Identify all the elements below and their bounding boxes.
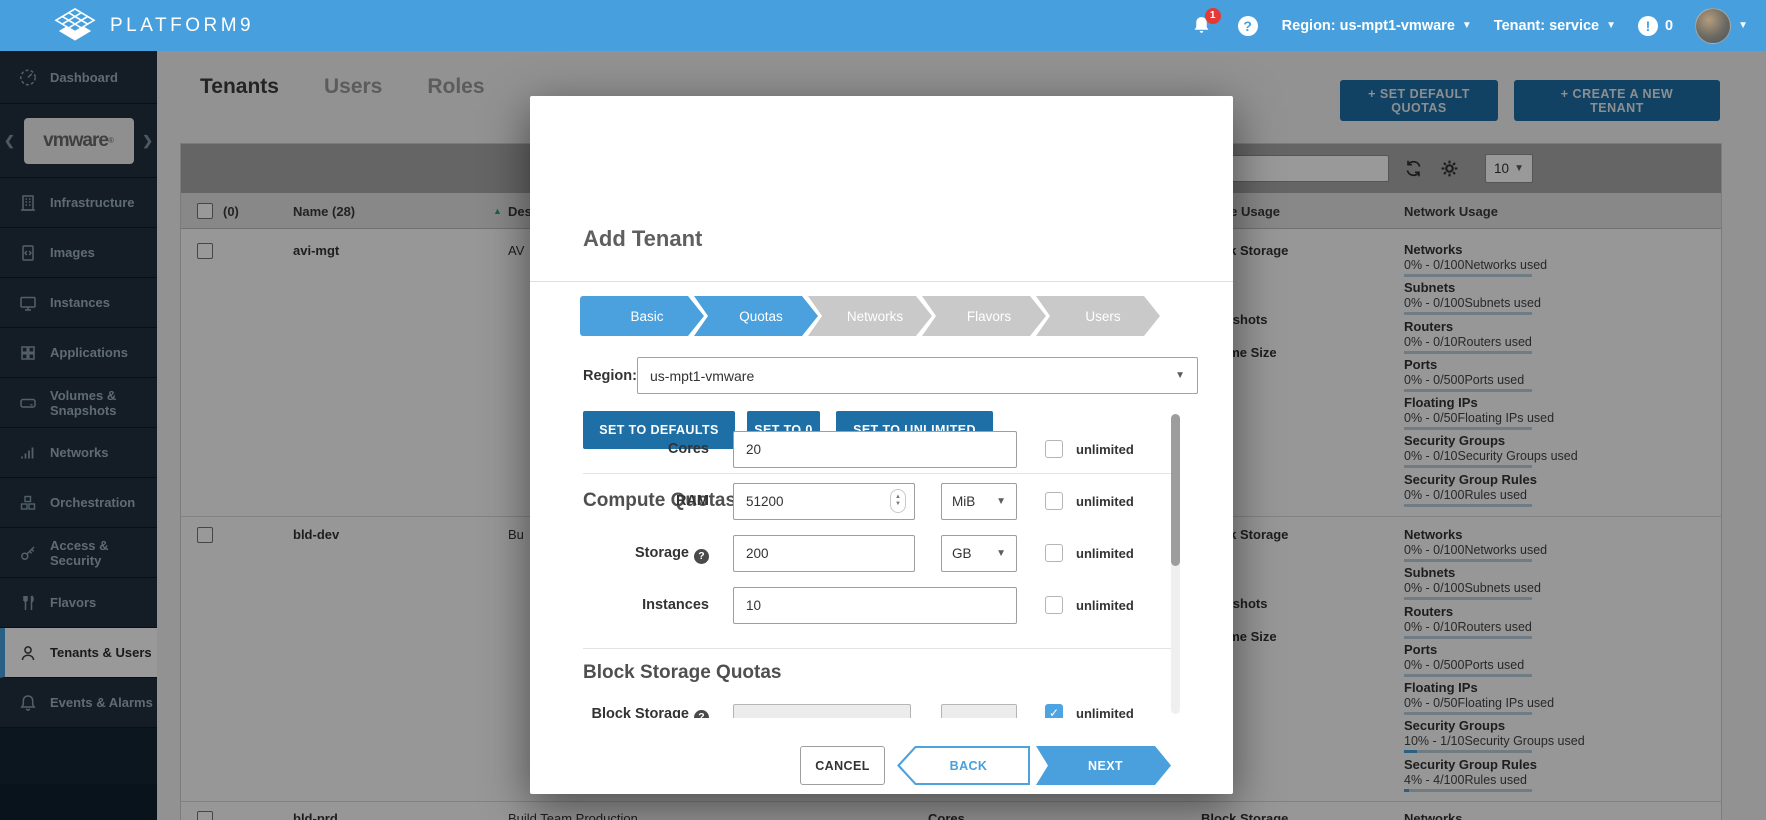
notifications-bell-icon[interactable]: 1: [1190, 14, 1214, 38]
divider: [530, 281, 1233, 282]
alert-exclamation-icon: !: [1638, 16, 1658, 36]
help-icon[interactable]: ?: [1236, 14, 1260, 38]
help-icon[interactable]: ?: [694, 710, 709, 719]
ram-label: RAM: [530, 493, 709, 509]
unlimited-label: unlimited: [1076, 598, 1134, 613]
region-select[interactable]: us-mpt1-vmware ▼: [637, 357, 1198, 394]
avatar[interactable]: [1695, 8, 1731, 44]
unlimited-label: unlimited: [1076, 442, 1134, 457]
step-flavors[interactable]: Flavors: [922, 296, 1046, 336]
block-storage-label: Block Storage?: [530, 706, 709, 718]
step-basic[interactable]: Basic: [580, 296, 704, 336]
notification-badge: 1: [1205, 8, 1221, 24]
ram-input[interactable]: [733, 483, 915, 520]
region-select-value: us-mpt1-vmware: [650, 368, 754, 384]
block-storage-input[interactable]: [733, 704, 911, 718]
platform9-logo-icon: [52, 7, 98, 45]
chevron-down-icon: ▼: [1462, 20, 1472, 31]
block-storage-unit-select[interactable]: ▼: [941, 704, 1017, 718]
user-menu[interactable]: ▼: [1695, 8, 1748, 44]
wizard-steps: Basic Quotas Networks Flavors Users: [580, 296, 1160, 336]
ram-unit-select[interactable]: MiB ▼: [941, 483, 1017, 520]
alert-count: 0: [1665, 18, 1673, 34]
unlimited-label: unlimited: [1076, 706, 1134, 718]
back-button[interactable]: BACK: [897, 746, 1030, 785]
divider: [583, 473, 1180, 474]
instances-unlimited-checkbox[interactable]: [1045, 596, 1063, 614]
add-tenant-modal: Add Tenant Basic Quotas Networks Flavors…: [530, 96, 1233, 794]
modal-scrollbar[interactable]: [1171, 414, 1180, 714]
cores-label: Cores: [530, 441, 709, 457]
chevron-down-icon: ▼: [996, 496, 1006, 507]
brand-name: PLATFORM9: [110, 15, 254, 37]
storage-input[interactable]: [733, 535, 915, 572]
chevron-down-icon: ▼: [996, 548, 1006, 559]
cancel-button[interactable]: CANCEL: [800, 746, 885, 785]
ram-unlimited-checkbox[interactable]: [1045, 492, 1063, 510]
alerts-indicator[interactable]: ! 0: [1638, 16, 1673, 36]
cores-input[interactable]: [733, 431, 1017, 468]
divider: [583, 648, 1180, 649]
block-storage-unlimited-checkbox[interactable]: ✓: [1045, 704, 1063, 718]
step-networks[interactable]: Networks: [808, 296, 932, 336]
step-quotas[interactable]: Quotas: [694, 296, 818, 336]
platform9-logo: PLATFORM9: [52, 7, 254, 45]
storage-unlimited-checkbox[interactable]: [1045, 544, 1063, 562]
tenant-menu-label: Tenant: service: [1494, 18, 1599, 34]
block-storage-row-clipped: Block Storage? ▼ ✓ unlimited: [530, 700, 1190, 718]
unlimited-label: unlimited: [1076, 546, 1134, 561]
scrollbar-thumb[interactable]: [1171, 414, 1180, 566]
block-storage-quotas-heading: Block Storage Quotas: [583, 662, 782, 684]
region-menu-label: Region: us-mpt1-vmware: [1282, 18, 1455, 34]
unlimited-label: unlimited: [1076, 494, 1134, 509]
region-menu[interactable]: Region: us-mpt1-vmware ▼: [1282, 18, 1472, 34]
chevron-down-icon: ▼: [1738, 20, 1748, 31]
platform9-app: PLATFORM9 1 ? Region: us-mpt1-vmware ▼ T…: [0, 0, 1766, 820]
cores-unlimited-checkbox[interactable]: [1045, 440, 1063, 458]
next-button[interactable]: NEXT: [1036, 746, 1171, 785]
help-icon[interactable]: ?: [694, 549, 709, 564]
instances-input[interactable]: [733, 587, 1017, 624]
storage-label: Storage?: [530, 545, 709, 564]
region-field-label: Region:: [583, 368, 637, 384]
topbar: PLATFORM9 1 ? Region: us-mpt1-vmware ▼ T…: [0, 0, 1766, 51]
chevron-down-icon: ▼: [996, 717, 1006, 718]
chevron-down-icon: ▼: [1606, 20, 1616, 31]
modal-title: Add Tenant: [583, 226, 702, 252]
chevron-down-icon: ▼: [1175, 370, 1185, 381]
storage-unit-select[interactable]: GB ▼: [941, 535, 1017, 572]
instances-label: Instances: [530, 597, 709, 613]
step-users[interactable]: Users: [1036, 296, 1160, 336]
tenant-menu[interactable]: Tenant: service ▼: [1494, 18, 1616, 34]
number-stepper[interactable]: ▲▼: [890, 489, 906, 513]
